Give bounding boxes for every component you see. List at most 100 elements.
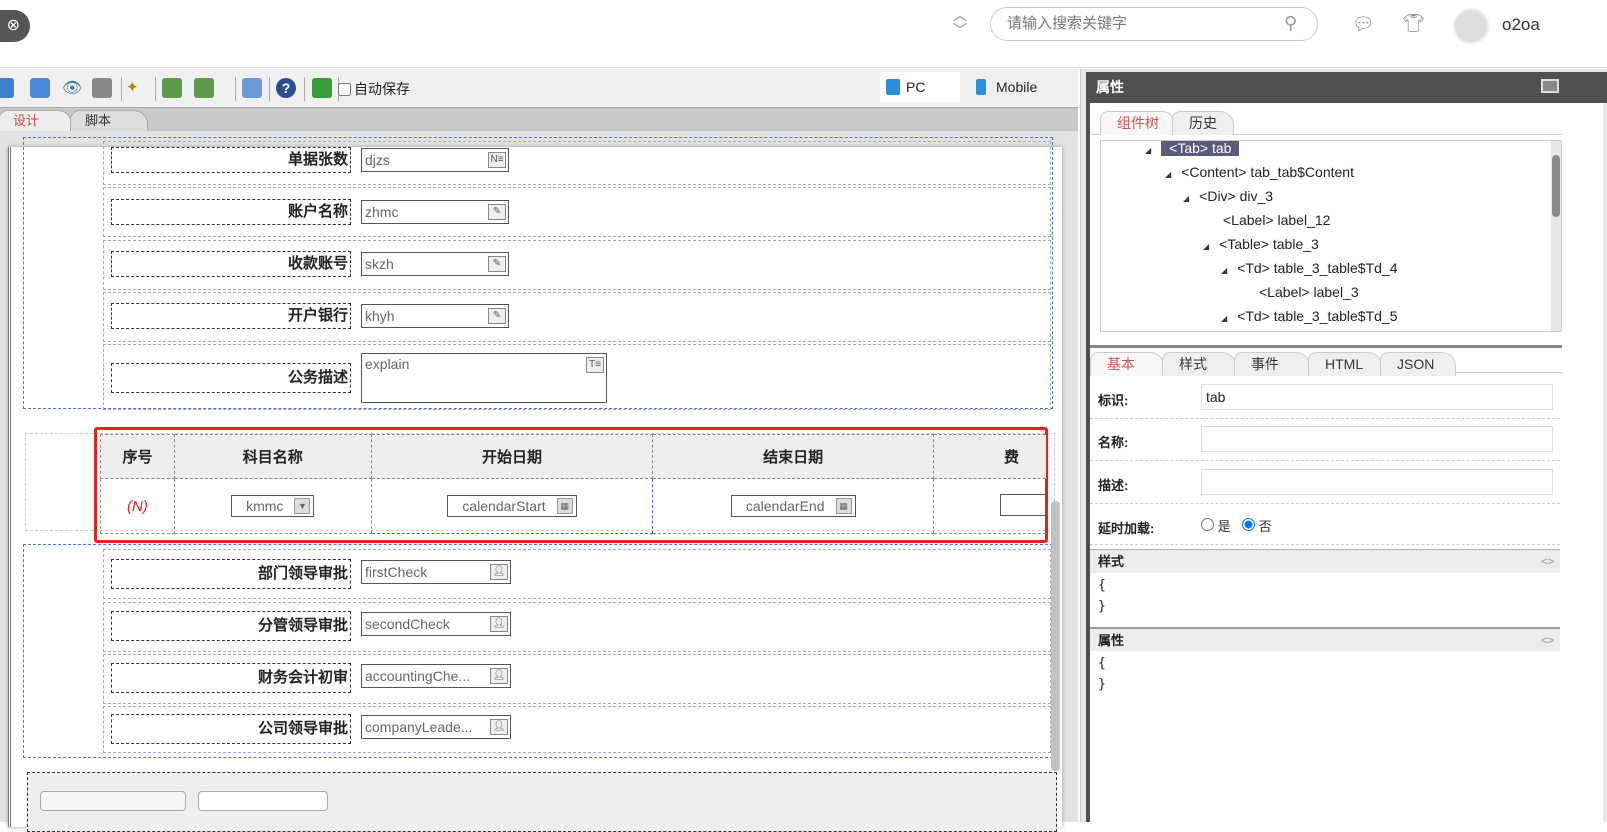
magic-wand-icon[interactable]: ✦ [126,78,146,98]
component-tree: ◢ <Tab> tab ◢ <Content> tab_tab$Content ◢ <… [1100,140,1562,332]
field-secondcheck[interactable]: secondCheck 👤︎ [361,612,511,636]
attr-code[interactable]: {} [1098,653,1106,695]
mobile-view-button[interactable]: Mobile [970,72,1060,102]
pc-view-button[interactable]: PC [880,72,960,102]
tree-node[interactable]: ◢ <Tab> tab [1145,141,1240,159]
list-icon[interactable] [242,78,262,98]
radio-label: 是 [1217,519,1231,534]
save-icon[interactable] [0,78,14,98]
radio-label: 否 [1258,519,1272,534]
grid-header: 结束日期 [652,434,935,479]
tree-node[interactable]: ◢ <Div> div_3 [1183,185,1273,207]
form-label[interactable]: 公司领导审批 [111,714,351,744]
action-button[interactable] [40,791,186,811]
tab-html[interactable]: HTML [1308,352,1382,376]
name-input[interactable] [1201,426,1553,452]
import-icon[interactable] [194,78,214,98]
tab-style[interactable]: 样式 [1162,352,1236,376]
field-djzs[interactable]: djzs N≡ [361,148,509,172]
tree-node[interactable]: ◢ <Table> table_3 [1203,233,1319,255]
tree-node[interactable]: <Label> label_12 [1223,209,1330,231]
save-as-icon[interactable] [30,78,50,98]
lazy-no-radio[interactable]: 否 [1242,516,1272,535]
export-icon[interactable] [162,78,182,98]
field-explain[interactable]: explain T≡ [361,353,607,403]
form-label[interactable]: 财务会计初审 [111,663,351,693]
field-khyh[interactable]: khyh ✎ [361,304,509,328]
form-label[interactable]: 收款账号 [111,251,351,277]
tab-script[interactable]: 脚本 [70,110,148,132]
person-icon: 👤︎ [490,668,508,684]
form-label[interactable]: 公务描述 [111,363,351,393]
lazy-yes-radio[interactable]: 是 [1201,516,1231,535]
panel-title: 属性 [1086,72,1561,103]
form-label[interactable]: 单据张数 [111,147,351,173]
message-icon[interactable]: 💬︎ [1352,14,1375,35]
kmmc-select[interactable]: kmmc ▼ [231,495,315,517]
field-companyleader[interactable]: companyLeade... 👤︎ [361,715,511,739]
field-zhmc[interactable]: zhmc ✎ [361,200,509,224]
calendar-start-field[interactable]: calendarStart ▦ [447,495,577,517]
tab-json[interactable]: JSON [1380,352,1456,376]
toolbar: 👁︎ ✦ ? 自动保存 PC Mobile [0,69,1078,107]
grid-header: 费 [933,434,1046,479]
field-firstcheck[interactable]: firstCheck 👤︎ [361,560,511,584]
number-field-icon: N≡ [488,152,506,168]
code-toggle-icon[interactable]: <> [1541,629,1554,653]
attr-section-title: 属性 [1098,633,1125,648]
tab-history[interactable]: 历史 [1172,111,1234,135]
textfield-icon: ✎ [488,204,506,220]
form-label[interactable]: 部门领导审批 [111,559,351,589]
tree-tabs: 组件树 历史 [1090,107,1562,135]
field-name: skzh [365,256,394,272]
code-toggle-icon[interactable]: <> [1541,550,1554,574]
calendar-end-field[interactable]: calendarEnd ▦ [730,495,856,517]
tree-node[interactable]: <Label> label_3 [1259,281,1359,303]
form-label[interactable]: 分管领导审批 [111,611,351,641]
search-input[interactable]: 请输入搜索关键字 [990,7,1318,41]
field-name: calendarStart [462,498,546,514]
field-accountingcheck[interactable]: accountingChe... 👤︎ [361,664,511,688]
field-skzh[interactable]: skzh ✎ [361,252,509,276]
tree-node[interactable]: ◢ <Td> table_3_table$Td_4 [1221,257,1398,279]
autosave-checkbox[interactable]: 自动保存 [338,79,410,99]
skin-shirt-icon[interactable]: 👕︎ [1402,13,1425,34]
textfield-icon: ✎ [488,308,506,324]
action-button[interactable] [198,791,328,811]
tree-node[interactable]: ◢ <Content> tab_tab$Content [1165,161,1354,183]
tab-basic[interactable]: 基本 [1090,352,1164,376]
minimize-icon[interactable] [1541,79,1559,93]
avatar[interactable] [1453,8,1489,44]
layers-icon[interactable] [312,78,332,98]
preview-eye-icon[interactable]: 👁︎ [62,78,82,98]
id-input[interactable]: tab [1201,384,1553,410]
autosave-label: 自动保存 [354,81,410,97]
canvas-scrollbar[interactable] [1051,501,1060,771]
tab-events[interactable]: 事件 [1234,352,1310,376]
field-name: secondCheck [365,616,450,632]
design-canvas: 单据张数 djzs N≡ 账户名称 zhmc ✎ 收款账号 skzh ✎ 开户银行 k… [0,131,1078,832]
field-name: djzs [365,152,390,168]
tree-node[interactable]: ◢ <Td> table_3_table$Td_5 [1221,305,1398,327]
tab-design[interactable]: 设计 [0,110,72,132]
tree-scrollbar[interactable] [1551,141,1561,331]
help-icon[interactable]: ? [276,78,296,98]
style-section-title: 样式 [1098,554,1125,569]
print-icon[interactable] [92,78,112,98]
form-label[interactable]: 开户银行 [111,303,351,329]
form-label[interactable]: 账户名称 [111,199,351,225]
dropdown-icon: ▼ [294,498,311,514]
datagrid[interactable]: 序号 科目名称 开始日期 结束日期 费 (N) kmmc ▼ calendarSt… [100,434,1046,538]
close-icon[interactable]: ⊗ [0,10,30,42]
field-name: firstCheck [365,564,428,580]
tab-component-tree[interactable]: 组件树 [1100,111,1176,135]
row-index: (N) [100,478,175,534]
form-page: 单据张数 djzs N≡ 账户名称 zhmc ✎ 收款账号 skzh ✎ 开户银行 k… [8,137,1062,832]
grid-field[interactable] [1000,493,1046,516]
collapse-arrows-icon[interactable]: ︿ ﹀ [950,8,970,38]
description-input[interactable] [1201,469,1553,495]
textfield-icon: ✎ [488,256,506,272]
style-code[interactable]: {} [1098,575,1106,617]
search-icon[interactable]: ⚲ [1284,13,1306,35]
username[interactable]: o2oa [1502,15,1540,35]
